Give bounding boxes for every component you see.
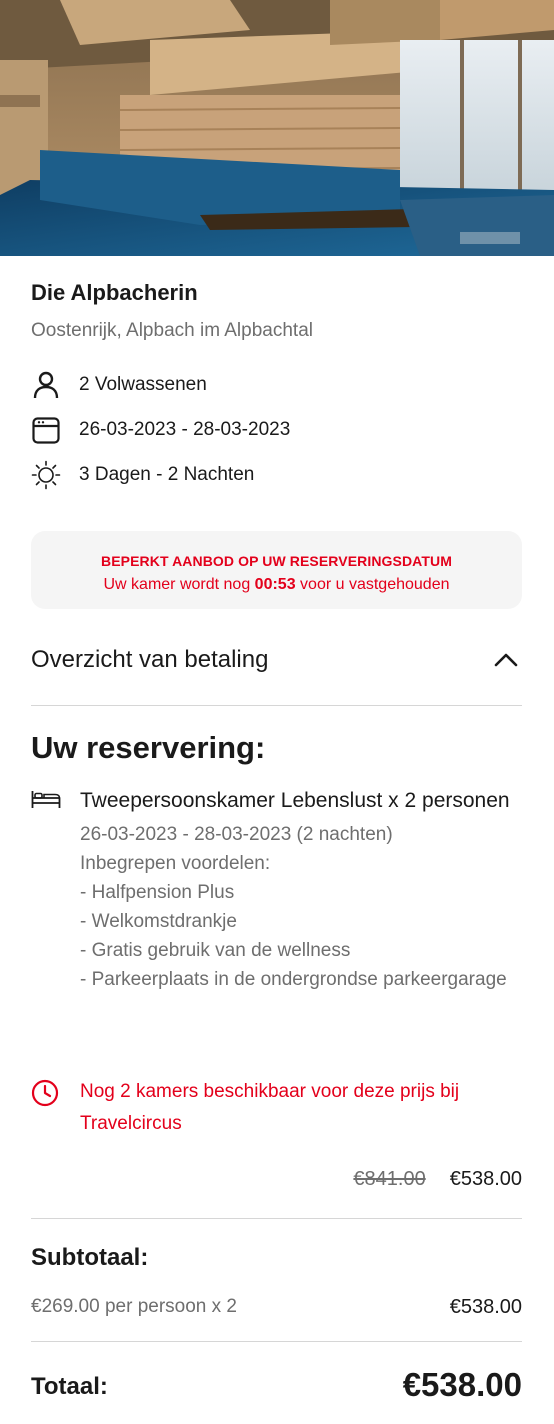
benefit-item: - Parkeerplaats in de ondergrondse parke… <box>80 969 507 990</box>
payment-overview-title: Overzicht van betaling <box>31 646 269 673</box>
offer-title: BEPERKT AANBOD OP UW RESERVERINGSDATUM <box>101 553 452 569</box>
room-details: Tweepersoonskamer Lebenslust x 2 persone… <box>80 784 510 994</box>
room-price: €841.00 €538.00 <box>353 1168 522 1191</box>
divider <box>31 1341 522 1342</box>
availability-notice: Nog 2 kamers beschikbaar voor deze prijs… <box>80 1081 460 1134</box>
bed-icon <box>31 788 61 812</box>
clock-icon <box>31 1079 59 1107</box>
hotel-photo <box>0 0 554 256</box>
limited-offer-banner: BEPERKT AANBOD OP UW RESERVERINGSDATUM U… <box>31 531 522 609</box>
duration-row: 3 Dagen - 2 Nachten <box>31 460 254 490</box>
offer-timer: 00:53 <box>254 576 296 593</box>
chevron-up-icon[interactable] <box>490 644 522 676</box>
benefits-header: Inbegrepen voordelen: <box>80 853 271 874</box>
reservation-title: Uw reservering: <box>31 730 266 765</box>
payment-overview-header[interactable]: Overzicht van betaling <box>31 640 522 680</box>
total-amount: €538.00 <box>402 1366 522 1403</box>
benefit-item: - Welkomstdrankje <box>80 911 237 932</box>
benefit-item: - Halfpension Plus <box>80 882 235 903</box>
offer-text-before: Uw kamer wordt nog <box>103 576 255 593</box>
guests-row: 2 Volwassenen <box>31 370 207 400</box>
room-name: Tweepersoonskamer Lebenslust x 2 persone… <box>80 789 510 812</box>
hotel-photo-illustration <box>0 0 554 256</box>
calendar-icon <box>31 415 61 445</box>
offer-text: Uw kamer wordt nog 00:53 voor u vastgeho… <box>31 576 522 594</box>
subtotal-detail: €269.00 per persoon x 2 <box>31 1296 237 1317</box>
benefit-item: - Gratis gebruik van de wellness <box>80 940 351 961</box>
divider <box>31 1218 522 1219</box>
hotel-location: Oostenrijk, Alpbach im Alpbachtal <box>31 320 313 341</box>
duration-text: 3 Dagen - 2 Nachten <box>79 464 255 485</box>
person-icon <box>31 370 61 400</box>
guests-text: 2 Volwassenen <box>79 374 207 395</box>
dates-row: 26-03-2023 - 28-03-2023 <box>31 415 290 445</box>
room-dates: 26-03-2023 - 28-03-2023 (2 nachten) <box>80 824 393 845</box>
dates-text: 26-03-2023 - 28-03-2023 <box>79 419 291 440</box>
subtotal-amount: €538.00 <box>449 1296 522 1318</box>
room-benefits: Inbegrepen voordelen: - Halfpension Plus… <box>80 849 510 994</box>
new-price: €538.00 <box>449 1168 522 1190</box>
subtotal-label: Subtotaal: <box>31 1244 149 1271</box>
old-price: €841.00 <box>353 1168 426 1190</box>
hotel-name: Die Alpbacherin <box>31 280 198 305</box>
divider <box>31 705 522 706</box>
offer-text-after: voor u vastgehouden <box>295 576 450 593</box>
sun-icon <box>31 460 61 490</box>
total-label: Totaal: <box>31 1373 108 1400</box>
